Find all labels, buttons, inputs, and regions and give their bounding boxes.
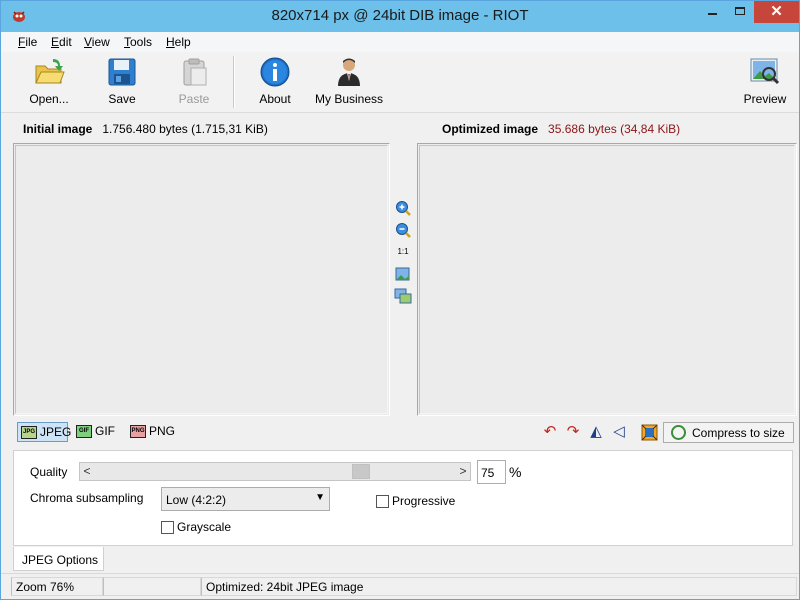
slider-left-arrow-icon[interactable]: < [80, 463, 94, 480]
chroma-subsampling-select[interactable]: Low (4:2:2) ▼ [161, 487, 330, 511]
optimized-image-info: Optimized image 35.686 bytes (34,84 KiB) [442, 122, 680, 136]
status-zoom: Zoom 76% [11, 577, 103, 596]
optimized-image-size: 35.686 bytes (34,84 KiB) [548, 122, 681, 136]
open-folder-icon [35, 59, 65, 84]
quality-slider[interactable]: < > [79, 462, 471, 481]
my-business-button[interactable]: My Business [313, 54, 385, 110]
jpeg-format-icon: JPG [21, 426, 37, 439]
format-tab-gif[interactable]: GIF GIF [73, 422, 119, 442]
format-tab-png[interactable]: PNG PNG [127, 422, 197, 442]
initial-image-label: Initial image [23, 122, 93, 136]
status-bar: Zoom 76% Optimized: 24bit JPEG image [1, 573, 799, 599]
maximize-icon [735, 7, 745, 15]
zoom-in-icon[interactable] [394, 200, 412, 216]
menu-tools[interactable]: Tools [124, 35, 152, 49]
format-tab-jpeg[interactable]: JPG JPEG [17, 422, 72, 442]
paste-button[interactable]: Paste [171, 54, 217, 110]
fit-image-icon[interactable] [394, 266, 412, 282]
png-format-icon: PNG [130, 425, 146, 438]
menu-view[interactable]: View [84, 35, 110, 49]
progressive-checkbox[interactable] [376, 495, 389, 508]
grayscale-checkbox[interactable] [161, 521, 174, 534]
open-button[interactable]: Open... [21, 54, 77, 110]
initial-image-info: Initial image 1.756.480 bytes (1.715,31 … [23, 122, 268, 136]
open-label: Open... [29, 92, 69, 106]
quality-input[interactable]: 75 [477, 460, 506, 484]
quality-label: Quality [30, 465, 68, 479]
compress-to-size-label: Compress to size [692, 426, 785, 440]
zoom-out-icon[interactable] [394, 222, 412, 238]
initial-image-canvas [15, 145, 388, 414]
gif-format-icon: GIF [76, 425, 92, 438]
initial-image-pane[interactable] [13, 143, 390, 416]
progressive-label[interactable]: Progressive [392, 494, 455, 508]
save-button[interactable]: Save [99, 54, 145, 110]
quality-slider-thumb[interactable] [352, 464, 370, 479]
quality-unit: % [509, 464, 522, 480]
close-icon: ✕ [770, 3, 783, 20]
businessman-icon [338, 58, 360, 86]
format-tab-gif-label: GIF [95, 424, 115, 438]
flip-vertical-icon[interactable]: ◁ [610, 423, 628, 441]
preview-button[interactable]: Preview [739, 54, 791, 110]
menu-file[interactable]: File [18, 35, 37, 49]
rotate-cw-icon[interactable]: ↷ [564, 423, 582, 441]
actual-size-button[interactable]: 1:1 [394, 247, 412, 256]
optimized-image-canvas [419, 145, 795, 414]
optimized-image-pane[interactable] [417, 143, 797, 416]
about-button[interactable]: About [251, 54, 299, 110]
toolbar-separator [233, 56, 235, 108]
flip-horizontal-icon[interactable]: ◭ [587, 423, 605, 441]
preview-label: Preview [743, 92, 787, 106]
save-floppy-icon [108, 58, 136, 86]
maximize-button[interactable] [726, 1, 754, 23]
compare-icon[interactable] [394, 288, 412, 304]
riot-window: 820x714 px @ 24bit DIB image - RIOT ✕ Fi… [0, 0, 800, 600]
my-business-label: My Business [314, 92, 384, 106]
info-icon [260, 57, 290, 87]
about-label: About [259, 92, 291, 106]
chroma-subsampling-label: Chroma subsampling [30, 491, 144, 505]
window-title: 820x714 px @ 24bit DIB image - RIOT [271, 7, 529, 24]
crop-resize-icon[interactable] [641, 424, 658, 441]
chroma-subsampling-value: Low (4:2:2) [166, 493, 227, 507]
menu-bar: File Edit View Tools Help [1, 32, 799, 52]
minimize-button[interactable] [698, 1, 726, 23]
optimized-image-label: Optimized image [442, 122, 539, 136]
paste-label: Paste [178, 92, 210, 106]
menu-edit[interactable]: Edit [51, 35, 72, 49]
status-empty [103, 577, 201, 596]
format-tab-png-label: PNG [149, 424, 176, 438]
menu-help[interactable]: Help [166, 35, 191, 49]
grayscale-label[interactable]: Grayscale [177, 520, 231, 534]
chevron-down-icon: ▼ [315, 492, 325, 503]
slider-right-arrow-icon[interactable]: > [456, 463, 470, 480]
tab-jpeg-options[interactable]: JPEG Options [13, 547, 104, 571]
title-bar[interactable]: 820x714 px @ 24bit DIB image - RIOT ✕ [1, 1, 799, 32]
save-label: Save [108, 92, 136, 106]
format-tab-jpeg-label: JPEG [40, 425, 72, 439]
minimize-icon [708, 13, 717, 15]
preview-magnifier-icon [750, 58, 780, 85]
close-button[interactable]: ✕ [754, 1, 799, 23]
rotate-ccw-icon[interactable]: ↶ [541, 423, 559, 441]
initial-image-size: 1.756.480 bytes (1.715,31 KiB) [102, 122, 268, 136]
compress-gear-icon [671, 425, 686, 440]
status-message: Optimized: 24bit JPEG image [201, 577, 797, 596]
paste-clipboard-icon [183, 58, 207, 86]
compress-to-size-button[interactable]: Compress to size [663, 422, 794, 443]
toolbar: Open... Save Paste About My Business Pre… [1, 52, 799, 113]
